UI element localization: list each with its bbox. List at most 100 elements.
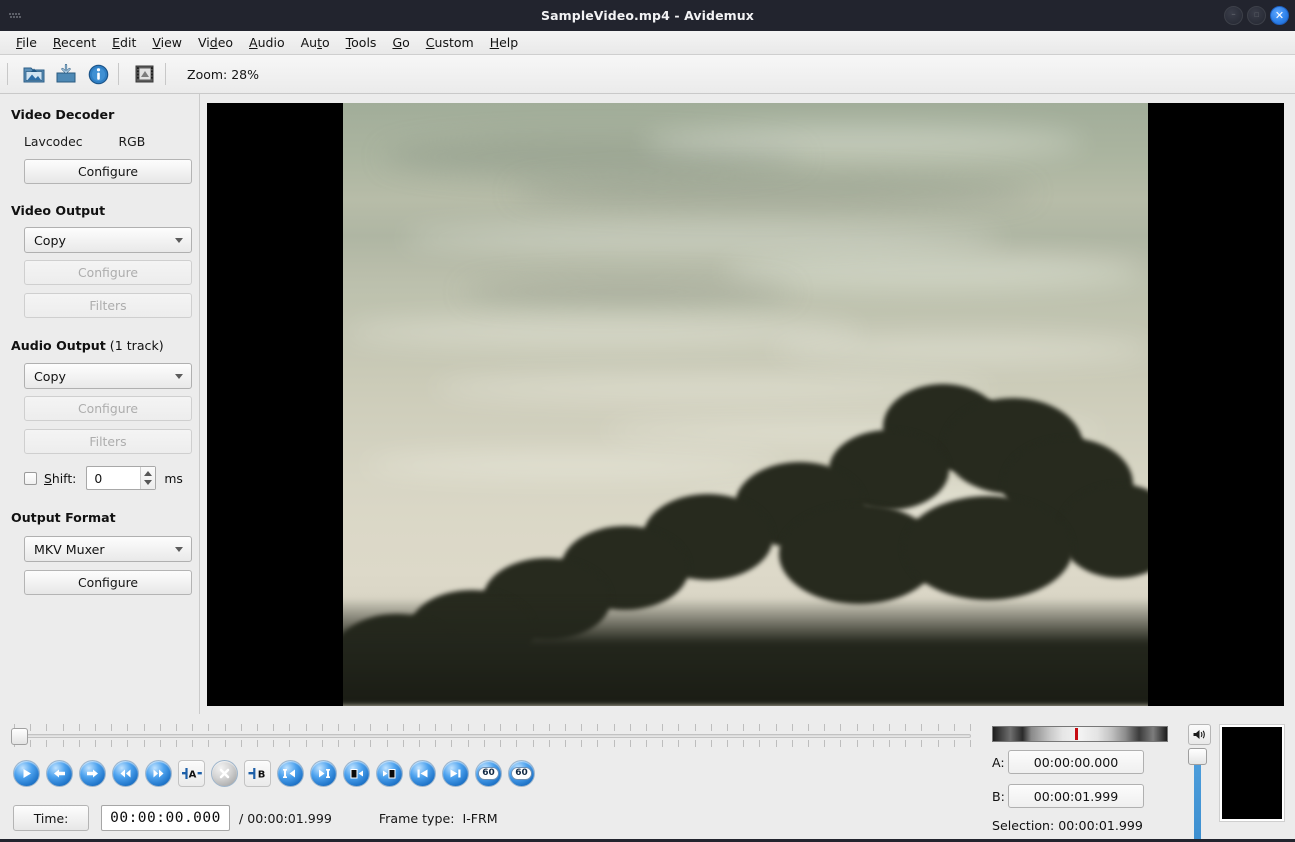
next-keyframe-button[interactable] [310, 759, 337, 787]
set-marker-b-button[interactable]: B [244, 759, 271, 787]
total-time-label: / 00:00:01.999 [239, 810, 332, 826]
video-preview-area[interactable] [200, 94, 1295, 714]
menu-item-help[interactable]: Help [482, 32, 527, 54]
back-60-button[interactable]: 60 [475, 759, 502, 787]
chevron-down-icon [175, 547, 183, 552]
audio-output-codec-select[interactable]: Copy [24, 363, 192, 389]
forward-button[interactable] [145, 759, 172, 787]
window-title: SampleVideo.mp4 - Avidemux [541, 8, 754, 23]
menu-item-file[interactable]: File [8, 32, 45, 54]
audio-shift-checkbox[interactable] [24, 471, 37, 485]
close-button[interactable]: ✕ [1270, 6, 1289, 25]
toolbar-separator-start [7, 63, 8, 85]
previous-frame-button[interactable] [46, 759, 73, 787]
timeline-ticks-bottom [14, 740, 971, 749]
menu-item-video[interactable]: Video [190, 32, 241, 54]
video-output-filters-button[interactable]: Filters [24, 293, 192, 318]
marker-a-label: A: [992, 754, 1005, 770]
marker-a-field[interactable]: 00:00:00.000 [1008, 750, 1144, 774]
timeline-handle[interactable] [11, 728, 28, 745]
file-info-icon[interactable] [85, 61, 111, 87]
output-format-muxer-value: MKV Muxer [34, 541, 105, 557]
menu-item-go[interactable]: Go [384, 32, 417, 54]
menu-item-custom[interactable]: Custom [418, 32, 482, 54]
previous-blackframe-button[interactable] [343, 759, 370, 787]
current-time-field[interactable]: 00:00:00.000 [101, 805, 230, 831]
position-marker [1074, 728, 1078, 740]
clear-markers-button[interactable] [211, 759, 238, 787]
video-output-heading: Video Output [11, 203, 106, 218]
menu-item-edit[interactable]: Edit [104, 32, 144, 54]
timeline-ticks-top [14, 722, 971, 731]
toolbar-separator-end [165, 63, 166, 85]
next-frame-button[interactable] [79, 759, 106, 787]
speaker-icon[interactable] [1188, 724, 1211, 745]
menu-item-tools[interactable]: Tools [338, 32, 385, 54]
frame-type-label: Frame type: [378, 810, 455, 826]
frame-type-info: Frame type: I-FRM [379, 811, 498, 826]
title-bar: SampleVideo.mp4 - Avidemux – ▫ ✕ [0, 0, 1295, 31]
video-output-codec-select[interactable]: Copy [24, 227, 192, 253]
play-button[interactable] [13, 759, 40, 787]
volume-slider-handle[interactable] [1188, 748, 1207, 765]
chevron-down-icon [175, 374, 183, 379]
zoom-level-label: Zoom: 28% [187, 66, 260, 82]
audio-shift-value: 0 [94, 470, 103, 486]
volume-slider-track[interactable] [1194, 752, 1201, 842]
marker-a-row: A: 00:00:00.000 [992, 750, 1144, 774]
marker-b-field[interactable]: 00:00:01.999 [1008, 784, 1144, 808]
selection-label: Selection: 00:00:01.999 [992, 818, 1143, 833]
time-button[interactable]: Time: [13, 805, 89, 831]
transport-controls: A B 60 60 [0, 752, 985, 794]
audio-output-filters-button[interactable]: Filters [24, 429, 192, 454]
chevron-down-icon[interactable] [144, 480, 153, 485]
menu-bar: File Recent Edit View Video Audio Auto T… [0, 31, 1295, 55]
minimize-icon: – [1231, 10, 1236, 20]
video-canvas[interactable] [207, 103, 1284, 706]
audio-shift-arrows[interactable] [140, 467, 156, 489]
output-format-muxer-select[interactable]: MKV Muxer [24, 536, 192, 562]
audio-output-configure-button[interactable]: Configure [24, 396, 192, 421]
frame-type-value: I-FRM [462, 810, 498, 826]
marker-b-label: B: [992, 788, 1005, 804]
svg-text:B: B [257, 769, 265, 780]
previous-keyframe-button[interactable] [277, 759, 304, 787]
avidemux-window: SampleVideo.mp4 - Avidemux – ▫ ✕ File Re… [0, 0, 1295, 842]
tree-silhouette [343, 376, 1148, 706]
video-output-configure-button[interactable]: Configure [24, 260, 192, 285]
video-decoder-codec: Lavcodec [24, 134, 83, 149]
forward-60-button[interactable]: 60 [508, 759, 535, 787]
go-to-end-button[interactable] [442, 759, 469, 787]
audio-output-heading-text: Audio Output [11, 338, 106, 353]
menu-item-recent[interactable]: Recent [45, 32, 104, 54]
toolbar: Zoom: 28% [0, 55, 1295, 94]
audio-shift-label: Shift: [44, 470, 77, 486]
maximize-button[interactable]: ▫ [1247, 6, 1266, 25]
rewind-button[interactable] [112, 759, 139, 787]
save-file-icon[interactable] [53, 61, 79, 87]
video-output-codec-value: Copy [34, 232, 66, 248]
chevron-up-icon[interactable] [144, 471, 153, 476]
video-decoder-configure-button[interactable]: Configure [24, 159, 192, 184]
next-blackframe-button[interactable] [376, 759, 403, 787]
timeline-groove[interactable] [14, 734, 971, 738]
maximize-icon: ▫ [1253, 10, 1260, 20]
markers-panel: A: 00:00:00.000 B: 00:00:01.999 Selectio… [985, 714, 1295, 842]
audio-output-codec-value: Copy [34, 368, 66, 384]
go-to-start-button[interactable] [409, 759, 436, 787]
audio-shift-unit: ms [164, 470, 183, 486]
open-file-icon[interactable] [21, 61, 47, 87]
filmstrip-icon[interactable] [132, 61, 158, 87]
menu-item-view[interactable]: View [144, 32, 190, 54]
output-format-configure-button[interactable]: Configure [24, 570, 192, 595]
audio-shift-stepper[interactable]: 0 [86, 466, 157, 490]
menu-item-auto[interactable]: Auto [293, 32, 338, 54]
timeline-slider[interactable] [0, 714, 985, 752]
set-marker-a-button[interactable]: A [178, 759, 205, 787]
back-60-label: 60 [478, 766, 499, 780]
minimize-button[interactable]: – [1224, 6, 1243, 25]
output-format-heading: Output Format [11, 510, 116, 525]
position-indicator-bar[interactable] [992, 726, 1168, 742]
menu-item-audio[interactable]: Audio [241, 32, 293, 54]
window-controls: – ▫ ✕ [1224, 6, 1289, 25]
